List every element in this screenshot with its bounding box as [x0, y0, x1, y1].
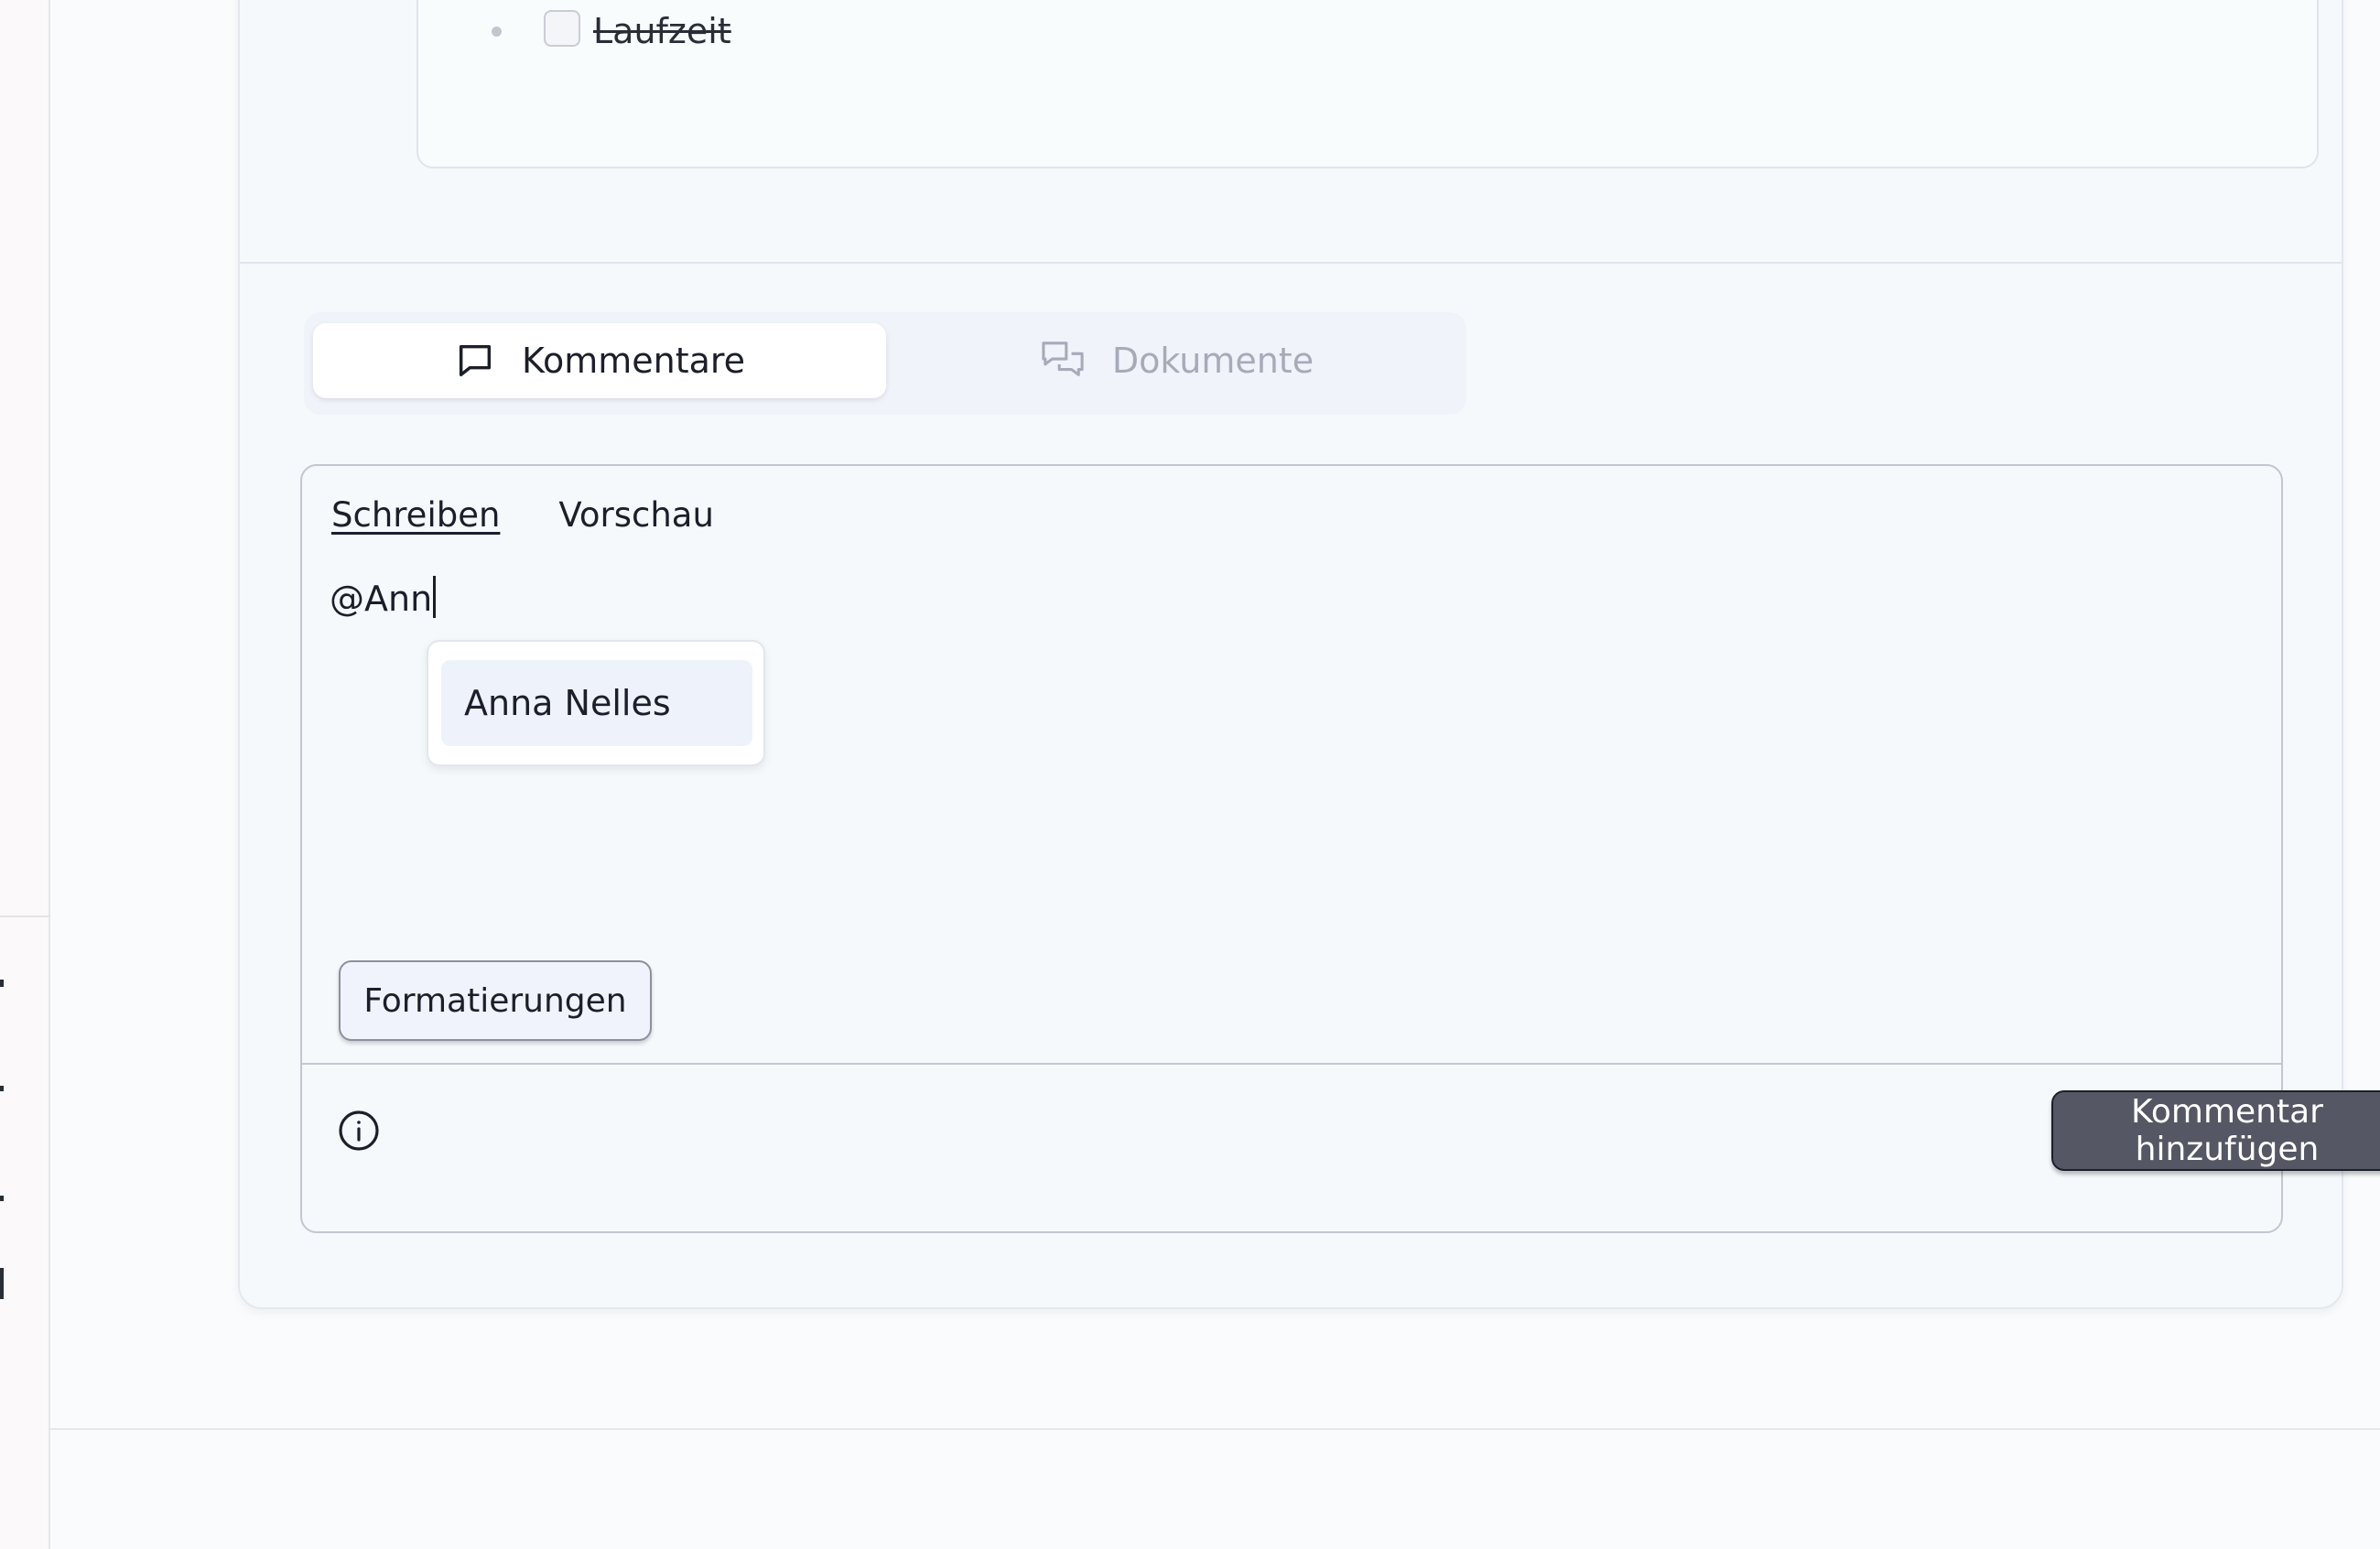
chat-bubble-icon — [459, 344, 491, 377]
editor-footer-divider — [302, 1063, 2281, 1065]
checklist-card: Laufzeit — [416, 0, 2319, 168]
sidebar-fragment — [0, 980, 4, 987]
mention-option[interactable]: Anna Nelles — [441, 660, 752, 746]
sidebar-divider — [0, 915, 50, 917]
mention-dropdown: Anna Nelles — [427, 640, 765, 766]
tab-kommentare[interactable]: Kommentare — [313, 323, 886, 398]
sidebar-fragment — [0, 1268, 4, 1299]
checklist-item-label: Laufzeit — [593, 11, 731, 51]
footer-divider — [50, 1428, 2380, 1430]
checklist-checkbox[interactable] — [544, 10, 580, 47]
comment-editor: Schreiben Vorschau @Ann Anna Nelles Form… — [300, 464, 2380, 1233]
detail-panel: Laufzeit Kommentare Dokumente Schreiben … — [238, 0, 2380, 1309]
sidebar-fragment — [0, 1086, 4, 1091]
sidebar-fragment — [0, 1196, 4, 1201]
tab-label: Dokumente — [1111, 341, 1314, 381]
left-sidebar — [0, 0, 50, 1549]
tab-dokumente[interactable]: Dokumente — [890, 323, 1463, 398]
tab-write[interactable]: Schreiben — [331, 495, 500, 535]
chat-bubbles-icon — [1042, 341, 1084, 376]
add-comment-button[interactable]: Kommentar hinzufügen — [2051, 1090, 2380, 1171]
editor-mode-tabs: Schreiben Vorschau — [331, 495, 714, 535]
comment-input[interactable]: @Ann — [330, 576, 437, 619]
text-caret — [433, 576, 437, 618]
info-circle-icon[interactable] — [337, 1109, 381, 1153]
formatting-button[interactable]: Formatierungen — [339, 960, 652, 1041]
section-divider — [240, 262, 2342, 264]
tab-label: Kommentare — [521, 341, 746, 381]
content-tabs: Kommentare Dokumente — [304, 312, 1466, 415]
comment-text: @Ann — [330, 579, 433, 619]
bullet-icon — [492, 26, 502, 37]
tab-preview[interactable]: Vorschau — [558, 495, 713, 535]
checklist-item: Laufzeit — [492, 10, 731, 51]
